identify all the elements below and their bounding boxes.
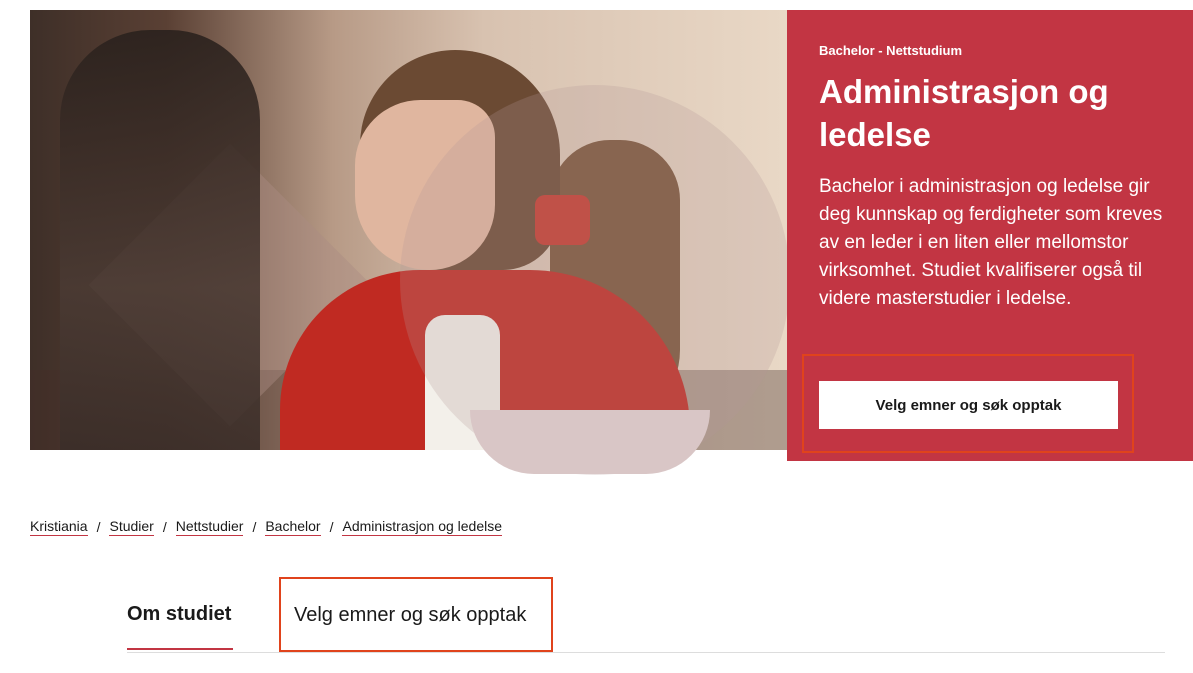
tab-velg-emner[interactable]: Velg emner og søk opptak <box>294 604 526 627</box>
tab-om-studiet[interactable]: Om studiet <box>127 603 231 626</box>
hero-panel: Bachelor - Nettstudium Administrasjon og… <box>787 10 1193 461</box>
hero-description: Bachelor i administrasjon og ledelse gir… <box>819 176 1163 309</box>
breadcrumb-separator: / <box>162 519 167 535</box>
breadcrumb-bachelor[interactable]: Bachelor <box>265 518 321 536</box>
breadcrumb-current[interactable]: Administrasjon og ledelse <box>342 518 503 536</box>
photo-man-background <box>60 30 260 450</box>
circle-decoration-lower <box>470 410 710 474</box>
breadcrumb-separator: / <box>252 519 257 535</box>
breadcrumb-kristiania[interactable]: Kristiania <box>30 518 88 536</box>
breadcrumb-separator: / <box>329 519 334 535</box>
tab-bar: Om studiet Velg emner og søk opptak <box>127 577 1165 653</box>
apply-button[interactable]: Velg emner og søk opptak <box>819 381 1118 429</box>
active-tab-indicator <box>127 648 233 650</box>
hero-title: Administrasjon og ledelse <box>819 73 1109 153</box>
hero-kicker: Bachelor - Nettstudium <box>819 43 963 58</box>
breadcrumb-studier[interactable]: Studier <box>109 518 154 536</box>
breadcrumb: Kristiania / Studier / Nettstudier / Bac… <box>30 518 503 536</box>
breadcrumb-nettstudier[interactable]: Nettstudier <box>175 518 244 536</box>
breadcrumb-separator: / <box>96 519 101 535</box>
